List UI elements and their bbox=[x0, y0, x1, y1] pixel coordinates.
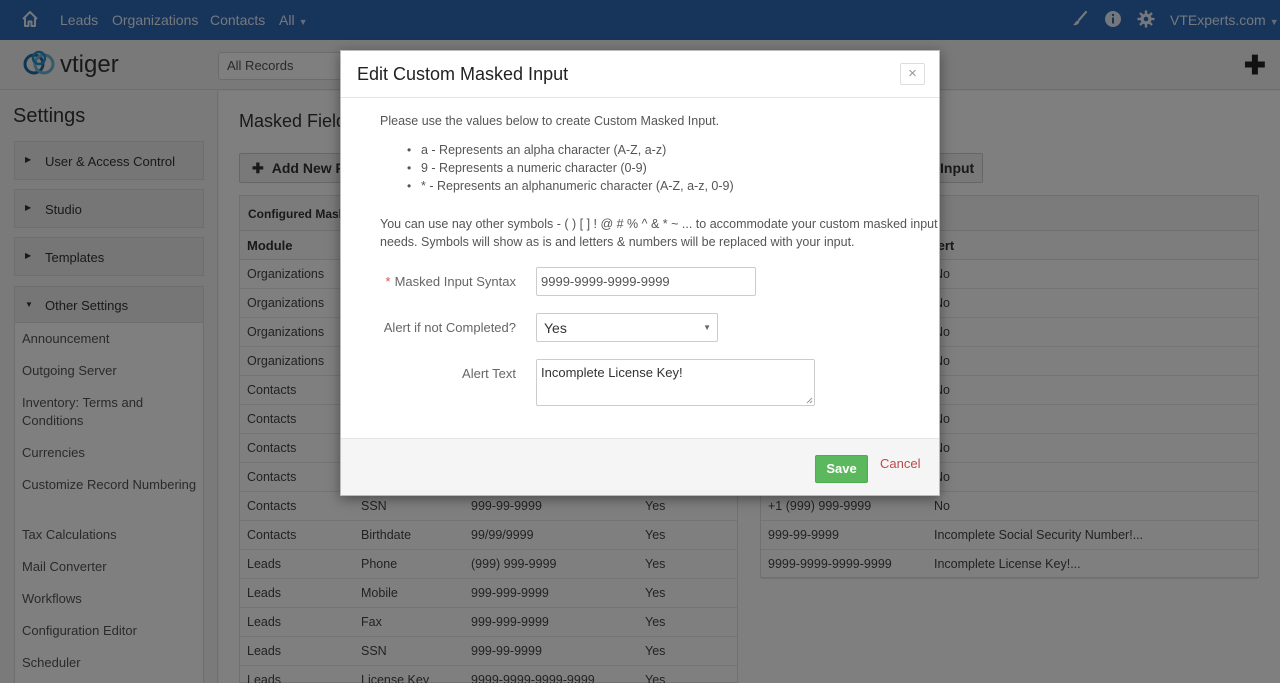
cancel-button[interactable]: Cancel bbox=[880, 456, 920, 471]
resize-grip-icon[interactable] bbox=[806, 397, 813, 404]
bullet-icon: • bbox=[407, 179, 412, 193]
save-button[interactable]: Save bbox=[815, 455, 868, 483]
symbols-help-text: You can use nay other symbols - ( ) [ ] … bbox=[380, 217, 938, 249]
alert-if-not-completed-select[interactable]: Yes ▼ bbox=[536, 313, 718, 342]
list-item-text: * - Represents an alphanumeric character… bbox=[421, 179, 734, 193]
dialog-header: Edit Custom Masked Input × bbox=[341, 51, 939, 98]
list-item-text: a - Represents an alpha character (A-Z, … bbox=[421, 143, 667, 157]
dialog-intro-text: Please use the values below to create Cu… bbox=[380, 114, 720, 128]
close-icon[interactable]: × bbox=[900, 63, 925, 85]
chevron-down-icon: ▼ bbox=[703, 323, 711, 332]
masked-input-syntax-field[interactable] bbox=[536, 267, 756, 296]
alert-text-value: Incomplete License Key! bbox=[541, 365, 683, 380]
alert-text-field[interactable]: Incomplete License Key! bbox=[536, 359, 815, 406]
bullet-icon: • bbox=[407, 161, 412, 175]
list-item: • 9 - Represents a numeric character (0-9… bbox=[407, 159, 734, 177]
list-item: • a - Represents an alpha character (A-Z,… bbox=[407, 141, 734, 159]
list-item: • * - Represents an alphanumeric characte… bbox=[407, 177, 734, 195]
list-item-text: 9 - Represents a numeric character (0-9) bbox=[421, 161, 647, 175]
mask-syntax-list: • a - Represents an alpha character (A-Z,… bbox=[407, 141, 734, 195]
edit-custom-masked-input-dialog: Edit Custom Masked Input × Please use th… bbox=[340, 50, 940, 496]
alert-text-label: Alert Text bbox=[462, 366, 516, 381]
alert-if-not-completed-label: Alert if not Completed? bbox=[383, 320, 516, 335]
dialog-title: Edit Custom Masked Input bbox=[357, 64, 569, 84]
required-marker: * bbox=[385, 274, 391, 289]
dialog-footer: Save Cancel bbox=[341, 438, 939, 495]
alert-select-value: Yes bbox=[544, 320, 567, 336]
masked-input-syntax-label-text: Masked Input Syntax bbox=[394, 274, 516, 289]
bullet-icon: • bbox=[407, 143, 412, 157]
masked-input-syntax-label: * Masked Input Syntax bbox=[371, 274, 516, 289]
